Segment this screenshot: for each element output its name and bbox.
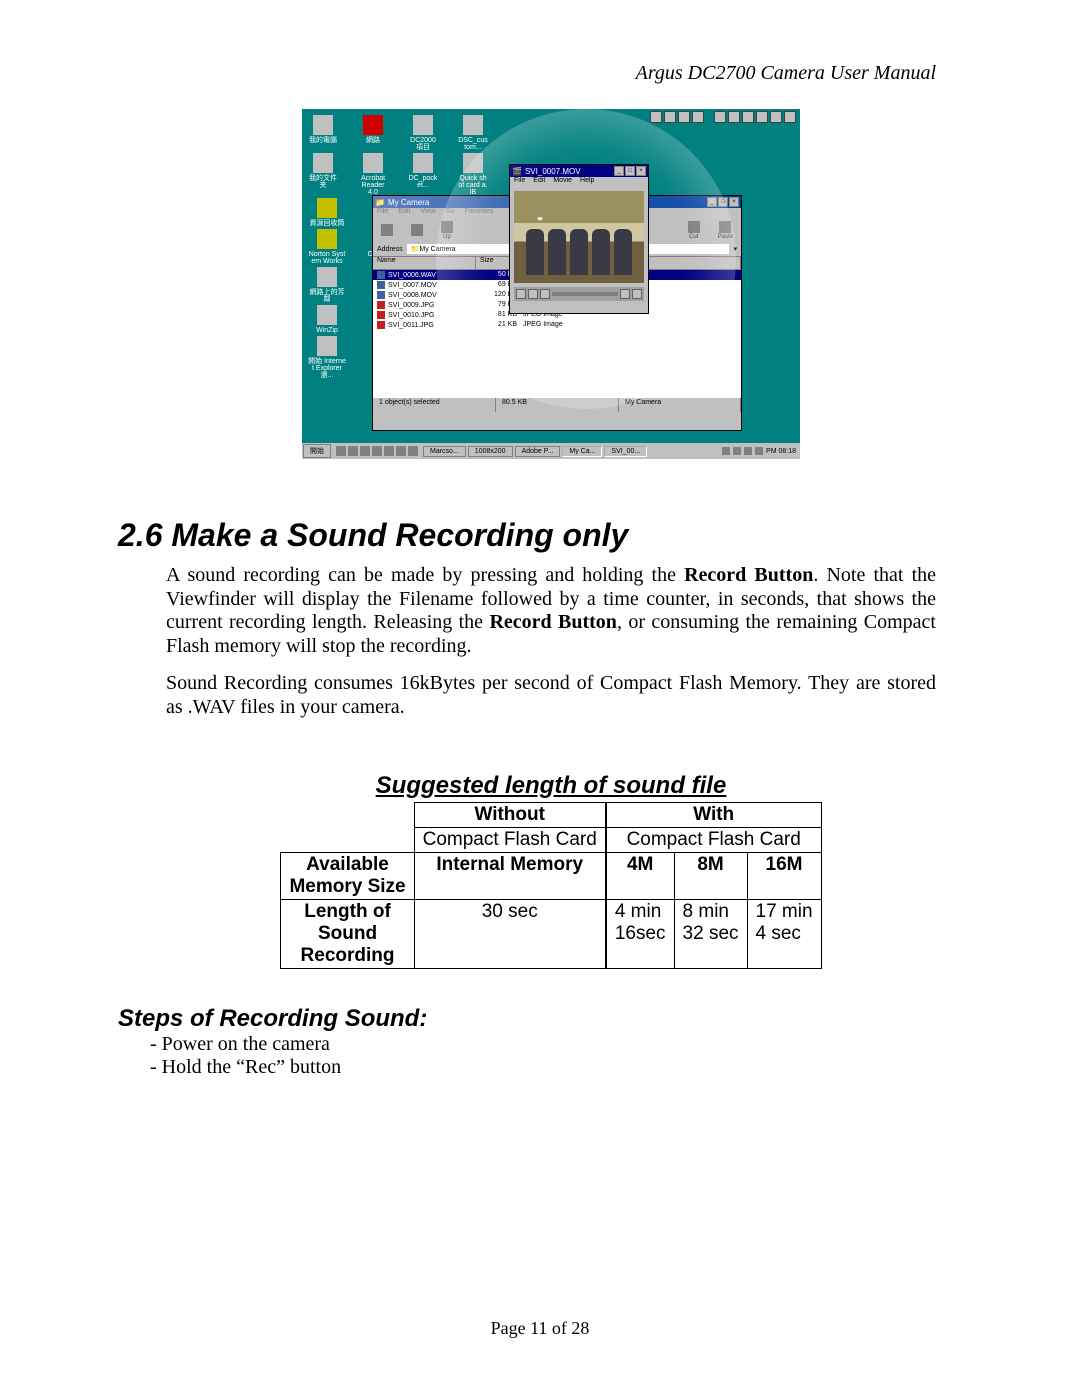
task-item[interactable]: 1008x200: [468, 446, 513, 457]
maximize-icon[interactable]: □: [718, 197, 728, 207]
close-icon[interactable]: ×: [636, 166, 646, 176]
play-icon[interactable]: [528, 289, 538, 299]
rewind-start-icon[interactable]: [516, 289, 526, 299]
folder-icon: 📁: [375, 198, 385, 207]
steps-heading: Steps of Recording Sound:: [118, 1005, 936, 1033]
file-icon: [377, 281, 385, 289]
paste-button[interactable]: Paste: [718, 221, 733, 240]
task-item[interactable]: My Ca...: [562, 446, 602, 457]
player-controls[interactable]: [514, 287, 644, 301]
app-icon: 🎬: [512, 167, 522, 176]
paragraph: Sound Recording consumes 16kBytes per se…: [166, 672, 936, 719]
player-titlebar[interactable]: 🎬 SVI_0007.MOV _ □ ×: [510, 165, 648, 177]
cut-button[interactable]: Cut: [688, 221, 700, 240]
embedded-screenshot: 我的電腦 網路 DC2000項目 DSC_custom... 我的文件夹 Acr…: [302, 109, 800, 459]
player-title: SVI_0007.MOV: [525, 167, 581, 176]
pause-icon[interactable]: [540, 289, 550, 299]
table-title: Suggested length of sound file: [166, 772, 936, 800]
status-bar: 1 object(s) selected 80.5 KB My Camera: [373, 398, 741, 412]
clock: PM 08:18: [766, 448, 796, 455]
paragraph: A sound recording can be made by pressin…: [166, 564, 936, 658]
forward-button[interactable]: [411, 224, 423, 237]
start-button[interactable]: 開始: [303, 444, 331, 458]
up-button[interactable]: Up: [441, 221, 453, 240]
browser-title: My Camera: [388, 198, 429, 207]
close-icon[interactable]: ×: [729, 197, 739, 207]
minimize-icon[interactable]: _: [614, 166, 624, 176]
file-icon: [377, 311, 385, 319]
sound-length-table: Without With Compact Flash Card Compact …: [280, 802, 821, 969]
list-item: Hold the “Rec” button: [118, 1056, 936, 1079]
maximize-icon[interactable]: □: [625, 166, 635, 176]
video-frame: [514, 191, 644, 283]
minimize-icon[interactable]: _: [707, 197, 717, 207]
file-icon: [377, 291, 385, 299]
file-icon: [377, 321, 385, 329]
section-heading: 2.6 Make a Sound Recording only: [118, 517, 936, 554]
seek-slider[interactable]: [552, 292, 618, 296]
dropdown-icon[interactable]: ▾: [733, 245, 737, 253]
task-item[interactable]: SVI_00...: [604, 446, 647, 457]
file-icon: [377, 271, 385, 279]
task-item[interactable]: Marcso...: [423, 446, 466, 457]
document-header: Argus DC2700 Camera User Manual: [166, 62, 936, 85]
steps-list: Power on the camera Hold the “Rec” butto…: [166, 1033, 936, 1079]
quicktime-player-window[interactable]: 🎬 SVI_0007.MOV _ □ × File Edit Movie Hel…: [509, 164, 649, 314]
taskbar[interactable]: 開始 Marcso... 1008x200 Adobe P... My Ca..…: [302, 443, 800, 459]
list-item: Power on the camera: [118, 1033, 936, 1056]
back-button[interactable]: [381, 224, 393, 237]
task-item[interactable]: Adobe P...: [515, 446, 561, 457]
step-fwd-icon[interactable]: [632, 289, 642, 299]
systray-top: [650, 111, 796, 123]
system-tray[interactable]: PM 08:18: [718, 447, 800, 455]
file-row[interactable]: SVI_0011.JPG21 KBJPEG Image: [373, 320, 741, 330]
file-icon: [377, 301, 385, 309]
quick-launch[interactable]: [332, 446, 422, 456]
step-back-icon[interactable]: [620, 289, 630, 299]
player-menubar[interactable]: File Edit Movie Help: [510, 177, 648, 187]
page-footer: Page 11 of 28: [0, 1318, 1080, 1339]
